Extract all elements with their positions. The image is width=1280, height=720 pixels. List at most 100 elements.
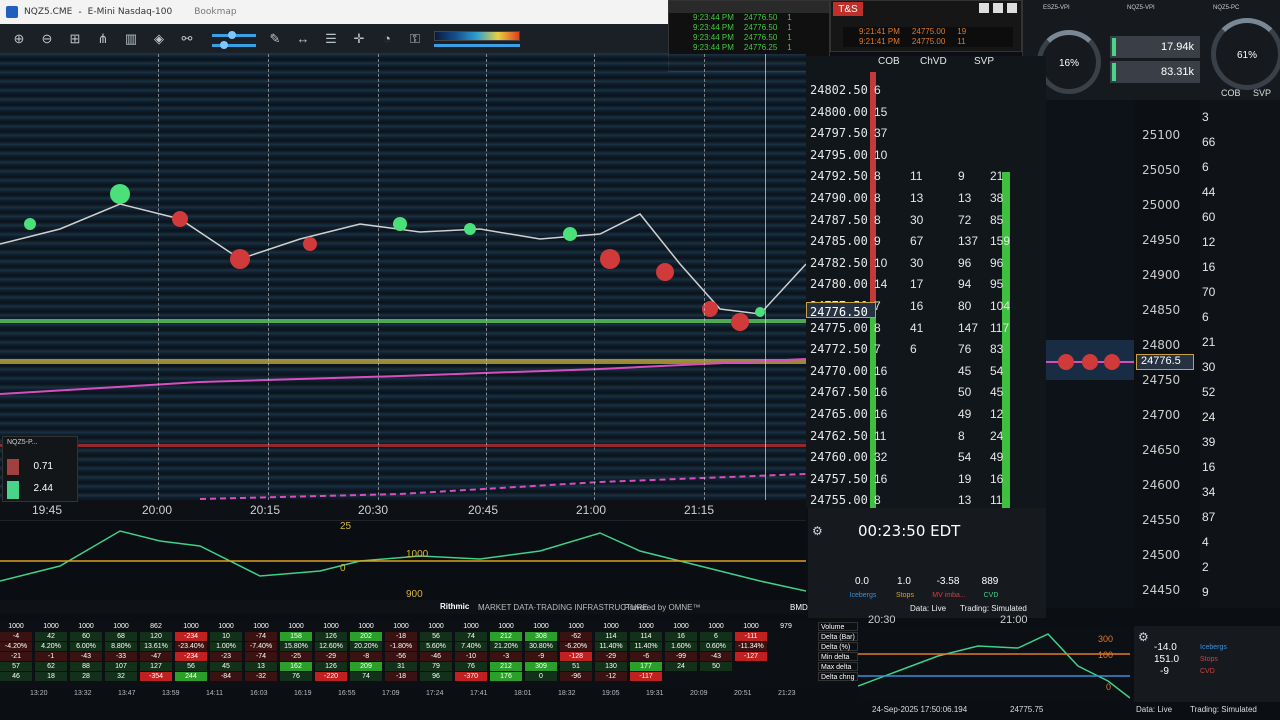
ladder-row[interactable]: 24802.50 6 xyxy=(806,82,1046,99)
table-row: 46 18 28 32 -354 244 -84 -32 76 -220 74 -18 96 -370 17… xyxy=(0,672,860,681)
br-data-live: Data: Live xyxy=(1136,705,1173,714)
lock-icon[interactable]: ⚿ xyxy=(406,30,424,48)
crosshair-icon[interactable]: ✛ xyxy=(350,30,368,48)
ladder-row[interactable]: 24785.00 9 67 137 159 xyxy=(806,233,1046,250)
table-cell: 1000 xyxy=(288,623,304,630)
ladder-row[interactable]: 24780.00 14 17 94 95 xyxy=(806,276,1046,293)
bottom-right-indicator[interactable]: 20:30 21:00 300 100 0 xyxy=(857,614,1131,702)
zoom-fit-icon[interactable]: ⊞ xyxy=(66,30,84,48)
right-cob-value: 70 xyxy=(1202,285,1216,299)
pencil-icon[interactable]: ✎ xyxy=(266,30,284,48)
ladder-s1: 94 xyxy=(958,277,972,292)
settings-icon[interactable]: ⚙ xyxy=(1138,630,1149,644)
indicator-value-4: 900 xyxy=(406,589,423,600)
mini-panel-title: NQZ5-P... xyxy=(7,439,38,446)
table-cell: 1000 xyxy=(463,623,479,630)
ladder-s2: 96 xyxy=(990,255,1004,270)
time-label: 20:45 xyxy=(468,503,499,517)
right-cob-value: 24 xyxy=(1202,410,1216,424)
ladder-row[interactable]: 24775.00 8 41 147 117 xyxy=(806,320,1046,337)
ts-size: 1 xyxy=(787,43,792,52)
layers-icon[interactable]: ◈ xyxy=(150,30,168,48)
settings-icon[interactable]: ⚙ xyxy=(812,524,823,538)
mini-indicator-panel[interactable]: NQZ5-P... 0.71 2.44 xyxy=(2,436,78,502)
maximize-icon[interactable] xyxy=(993,3,1003,13)
ladder-price: 24782.50 xyxy=(810,255,868,270)
stat-mv: -3.58 xyxy=(936,576,960,587)
table-row: -4 42 60 68 120 -234 10 -74 158 126 202 -18 56 74 212 3… xyxy=(0,632,860,641)
ladder-row[interactable]: 24790.00 8 13 13 38 xyxy=(806,190,1046,207)
ladder-row[interactable]: 24760.00 32 54 49 xyxy=(806,449,1046,466)
ladder-s2: 95 xyxy=(990,277,1004,292)
share-icon[interactable]: ⋔ xyxy=(94,30,112,48)
table-cell: -9 xyxy=(525,652,557,661)
ladder-row[interactable]: 24795.00 10 xyxy=(806,147,1046,164)
right-axis-label: 25100 xyxy=(1142,128,1181,142)
right-cob-value: 12 xyxy=(1202,235,1216,249)
minimize-icon[interactable] xyxy=(979,3,989,13)
ladder-row[interactable]: 24800.00 15 xyxy=(806,104,1046,121)
heatmap-contrast-slider[interactable] xyxy=(206,28,256,50)
ts2-row: 9:21:41 PM 24775.00 11 xyxy=(843,37,1013,47)
heatmap-chart[interactable] xyxy=(0,54,806,520)
table-time: 19:05 xyxy=(602,690,620,697)
ladder-chvd: 16 xyxy=(910,299,924,313)
price-ladder[interactable]: 24802.50 6 24800.00 15 24797.50 37 24795.00 10 2… xyxy=(806,72,1046,508)
table-cell: 107 xyxy=(105,662,137,671)
cvd-indicator[interactable]: 25 1000 0 900 xyxy=(0,520,807,600)
lbl-cvd: CVD xyxy=(983,592,999,599)
table-time: 18:32 xyxy=(558,690,576,697)
ladder-chvd: 30 xyxy=(910,255,924,270)
stat-cvd: 889 xyxy=(981,576,999,587)
table-cell: 979 xyxy=(780,623,792,630)
chart-icon[interactable]: ▥ xyxy=(122,30,140,48)
zoom-in-icon[interactable]: ⊕ xyxy=(10,30,28,48)
ladder-row[interactable]: 24757.50 16 19 16 xyxy=(806,471,1046,488)
table-row: -21 -1 -43 -33 -47 -234 -23 -74 -25 -29 -8 -56 -46 -1… xyxy=(0,652,860,661)
table-cell: -25 xyxy=(280,652,312,661)
right-cob-column: 3 66 6 44 60 12 16 70 6 21 30 52 24 39 16 34 87 4 2 9 xyxy=(1200,100,1280,608)
table-cell: 212 xyxy=(490,662,522,671)
zoom-out-icon[interactable]: ⊖ xyxy=(38,30,56,48)
table-row-label: Volume xyxy=(818,622,858,631)
ladder-price: 24785.00 xyxy=(810,234,868,249)
title-symbol: NQZ5.CME xyxy=(24,7,73,17)
ladder-s1: 8 xyxy=(958,428,965,443)
ladder-row[interactable]: 24770.00 16 45 54 xyxy=(806,363,1046,380)
restore-icon[interactable] xyxy=(1007,3,1017,13)
chvd-header: ChVD xyxy=(920,56,947,67)
ladder-row[interactable]: 24762.50 11 8 24 xyxy=(806,428,1046,445)
ladder-row[interactable]: 24772.50 7 6 76 83 xyxy=(806,341,1046,358)
ladder-price: 24797.50 xyxy=(810,126,868,141)
ladder-price: 24770.00 xyxy=(810,363,868,378)
table-cell: 96 xyxy=(420,672,452,681)
comment-icon[interactable]: ☰ xyxy=(322,30,340,48)
compass-icon[interactable]: ◔ xyxy=(378,30,396,48)
ladder-row[interactable]: 24787.50 8 30 72 85 xyxy=(806,212,1046,229)
ladder-row[interactable]: 24755.00 8 13 11 xyxy=(806,492,1046,509)
ts-tab[interactable]: T&S xyxy=(833,2,863,16)
table-cell: 1000 xyxy=(603,623,619,630)
ladder-row[interactable]: 24782.50 10 30 96 96 xyxy=(806,255,1046,272)
ladder-cob: 10 xyxy=(874,255,888,270)
right-cob-value: 66 xyxy=(1202,135,1216,149)
ladder-price: 24780.00 xyxy=(810,277,868,292)
ladder-row[interactable]: 24765.00 16 49 12 xyxy=(806,406,1046,423)
ladder-row[interactable]: 24767.50 16 50 45 xyxy=(806,384,1046,401)
table-cell: -46 xyxy=(420,652,452,661)
ladder-s2: 24 xyxy=(990,428,1004,443)
table-cell: 31 xyxy=(385,662,417,671)
ladder-row[interactable]: 24797.50 37 xyxy=(806,125,1046,142)
ladder-row[interactable]: 24792.50 8 11 9 21 xyxy=(806,168,1046,185)
ladder-s1: 96 xyxy=(958,255,972,270)
right-axis-label: 24500 xyxy=(1142,548,1181,562)
table-cell: 1000 xyxy=(708,623,724,630)
ladder-price: 24757.50 xyxy=(810,471,868,486)
ts-row: 9:23:44 PM 24776.50 1 xyxy=(669,33,829,43)
table-time: 16:55 xyxy=(338,690,356,697)
color-gradient-slider[interactable] xyxy=(434,28,524,50)
ladder-cob: 7 xyxy=(874,342,881,357)
link-icon[interactable]: ⚯ xyxy=(178,30,196,48)
measure-icon[interactable]: ↔ xyxy=(294,30,312,48)
table-time: 17:41 xyxy=(470,690,488,697)
